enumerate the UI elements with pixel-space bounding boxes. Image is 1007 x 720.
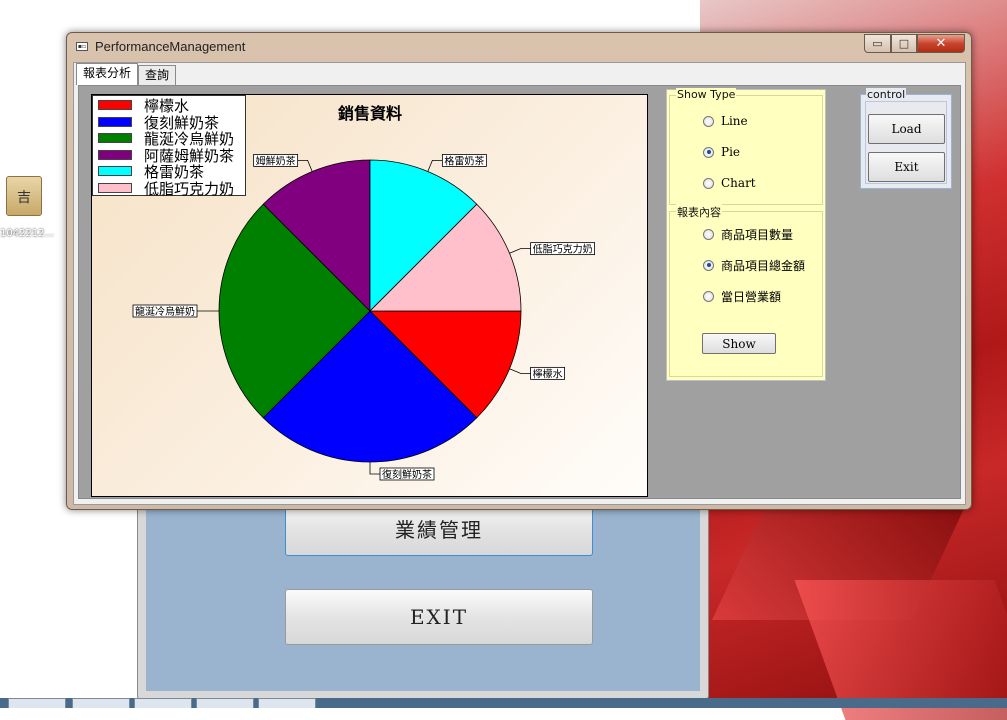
tab-report-analysis[interactable]: 報表分析 [76, 63, 139, 85]
legend-swatch [98, 116, 132, 127]
tab-page-report: 銷售資料 檸檬水復刻鮮奶茶 龍涎冷烏鮮奶 姆鮮奶茶 格雷奶茶低脂巧克力奶 檸檬水 復刻鮮… [78, 85, 961, 499]
taskbar-item[interactable] [196, 698, 254, 708]
pie-chart: 銷售資料 檸檬水復刻鮮奶茶 龍涎冷烏鮮奶 姆鮮奶茶 格雷奶茶低脂巧克力奶 檸檬水 復刻鮮… [91, 94, 648, 497]
folder-icon: 吉 [6, 176, 42, 216]
slice-leader-line [509, 248, 531, 254]
radio-line-label: Line [721, 114, 748, 128]
show-type-group: Show Type Line Pie Chart [669, 88, 823, 205]
taskbar [0, 698, 1007, 708]
taskbar-item[interactable] [72, 698, 130, 708]
maximize-button[interactable]: □ [891, 34, 917, 53]
report-content-group: 報表內容 商品項目數量 商品項目總金額 當日營業額 Show [669, 204, 823, 377]
radio-chart-label: Chart [721, 176, 756, 190]
radio-icon [703, 115, 714, 127]
desktop-folder-icon[interactable]: 吉 1042212... [0, 172, 64, 252]
radio-item-total[interactable]: 商品項目總金額 [703, 257, 805, 273]
radio-icon [703, 228, 714, 240]
radio-daily-revenue-label: 當日營業額 [721, 289, 782, 304]
legend-entry: 低脂巧克力奶 [96, 179, 246, 198]
close-icon: ✕ [935, 36, 947, 51]
slice-label: 格雷奶茶 [444, 154, 484, 167]
performance-management-window: ▪▫ PerformanceManagement ▭ □ ✕ 報表分析 查詢 銷… [66, 32, 972, 510]
slice-leader-line [509, 368, 531, 374]
show-type-title: Show Type [676, 88, 737, 101]
radio-line[interactable]: Line [703, 113, 748, 129]
radio-item-quantity-label: 商品項目數量 [721, 227, 794, 242]
minimize-icon: ▭ [872, 37, 883, 50]
title-bar[interactable]: ▪▫ PerformanceManagement ▭ □ ✕ [67, 33, 971, 61]
legend-swatch [98, 149, 132, 160]
report-content-title: 報表內容 [676, 204, 722, 220]
taskbar-item[interactable] [8, 698, 66, 708]
legend-label: 低脂巧克力奶 [144, 179, 235, 198]
radio-item-total-label: 商品項目總金額 [721, 258, 806, 273]
slice-leader-line [297, 160, 313, 172]
slice-leader-line [369, 462, 380, 475]
minimize-button[interactable]: ▭ [864, 34, 891, 53]
radio-pie[interactable]: Pie [703, 144, 740, 160]
legend-swatch [98, 100, 132, 110]
chart-legend: 檸檬水 復刻鮮奶茶 龍涎冷烏鮮奶 阿薩姆鮮奶茶 格雷奶茶 低脂巧克力奶 [92, 95, 246, 198]
legend-swatch [98, 133, 132, 143]
app-icon: ▪▫ [76, 42, 88, 51]
slice-leader-line [427, 160, 443, 172]
control-group: control Load Exit [860, 88, 952, 189]
show-button[interactable]: Show [702, 333, 776, 354]
radio-item-quantity[interactable]: 商品項目數量 [703, 226, 793, 242]
exit-app-button[interactable]: EXIT [285, 589, 593, 645]
taskbar-item[interactable] [258, 698, 316, 708]
options-panel: Show Type Line Pie Chart 報表內容 商品項目數量 商品項… [666, 88, 826, 381]
window-client: 報表分析 查詢 銷售資料 檸檬水復刻鮮奶茶 龍涎冷烏鮮奶 姆鮮奶茶 格雷奶茶低脂巧克力… [73, 62, 966, 505]
maximize-icon: □ [898, 37, 910, 50]
radio-checked-icon [703, 146, 714, 158]
radio-pie-label: Pie [721, 145, 741, 159]
slice-label: 檸檬水 [533, 367, 563, 380]
legend-swatch [98, 182, 132, 193]
load-button[interactable]: Load [868, 114, 945, 144]
control-title: control [866, 88, 907, 101]
desktop-icon-label: 1042212... [0, 228, 55, 239]
window-title: PerformanceManagement [95, 39, 246, 54]
tab-query[interactable]: 查詢 [138, 65, 177, 85]
close-button[interactable]: ✕ [917, 34, 965, 53]
legend-swatch [98, 166, 132, 176]
radio-icon [703, 177, 714, 189]
slice-label: 龍涎冷烏鮮奶 [135, 305, 195, 318]
exit-button[interactable]: Exit [868, 152, 945, 182]
radio-icon [703, 290, 714, 302]
taskbar-item[interactable] [134, 698, 192, 708]
slice-label: 復刻鮮奶茶 [382, 468, 432, 481]
radio-chart[interactable]: Chart [703, 175, 756, 191]
radio-checked-icon [703, 259, 714, 271]
radio-daily-revenue[interactable]: 當日營業額 [703, 288, 781, 304]
chart-title: 銷售資料 [338, 104, 402, 123]
slice-label: 姆鮮奶茶 [256, 154, 296, 167]
slice-label: 低脂巧克力奶 [533, 243, 593, 256]
